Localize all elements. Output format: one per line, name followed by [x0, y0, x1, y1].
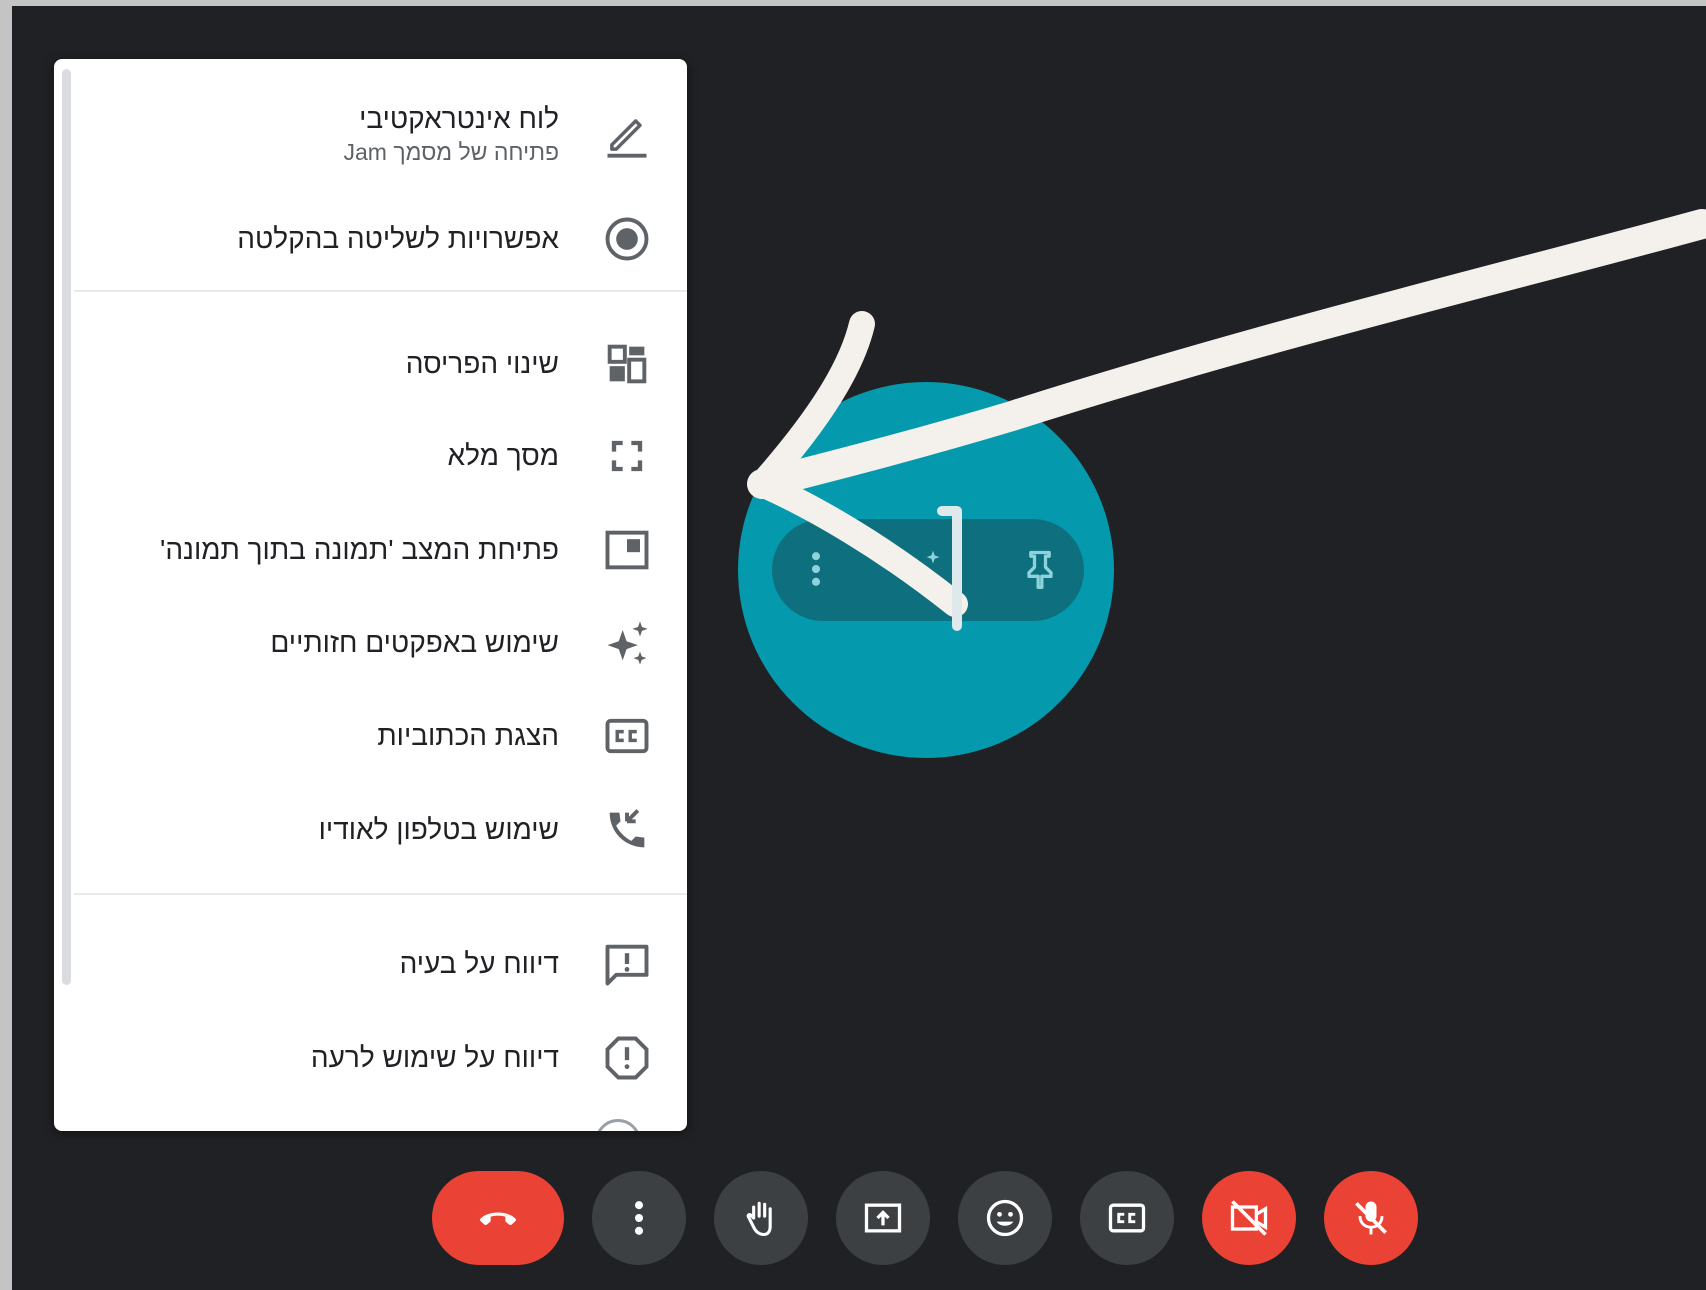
menu-item-label: מסך מלא: [447, 440, 559, 471]
menu-item-label: לוח אינטראקטיבי: [359, 103, 559, 134]
menu-item-partial-icon: [595, 1119, 641, 1131]
menu-item-sublabel: פתיחה של מסמך Jam: [343, 139, 560, 165]
menu-item-label: הצגת הכתוביות: [377, 720, 559, 751]
menu-item-label: אפשרויות לשליטה בהקלטה: [237, 223, 559, 254]
menu-item-picture-in-picture[interactable]: פתיחת המצב 'תמונה בתוך תמונה': [72, 506, 687, 594]
more-vert-icon: [811, 552, 821, 586]
present-now-button[interactable]: [836, 1171, 930, 1265]
raise-hand-button[interactable]: [714, 1171, 808, 1265]
feedback-icon: [597, 934, 657, 994]
menu-scrollbar[interactable]: [62, 69, 71, 985]
tile-toolbar: [772, 519, 1084, 621]
closed-captions-icon: [1108, 1203, 1146, 1233]
sparkle-icon: [597, 613, 657, 673]
more-vert-icon: [634, 1201, 644, 1235]
more-options-menu: לוח אינטראקטיבי פתיחה של מסמך Jam אפשרוי…: [54, 59, 687, 1131]
mic-off-icon: [1355, 1201, 1387, 1235]
picture-in-picture-icon: [597, 520, 657, 580]
phone-icon: [597, 800, 657, 860]
camera-off-icon: [1230, 1200, 1268, 1236]
pen-icon: [597, 104, 657, 164]
closed-captions-icon: [597, 706, 657, 766]
menu-item-change-layout[interactable]: שינוי הפריסה: [72, 319, 687, 409]
menu-item-whiteboard[interactable]: לוח אינטראקטיבי פתיחה של מסמך Jam: [72, 79, 687, 189]
hangup-icon: [480, 1212, 516, 1226]
report-abuse-icon: [597, 1028, 657, 1088]
menu-item-phone-audio[interactable]: שימוש בטלפון לאודיו: [72, 786, 687, 874]
emoji-icon: [986, 1199, 1024, 1237]
menu-item-visual-effects[interactable]: שימוש באפקטים חזותיים: [72, 599, 687, 687]
captions-button[interactable]: [1080, 1171, 1174, 1265]
present-screen-icon: [864, 1203, 902, 1233]
menu-item-report-abuse[interactable]: דיווח על שימוש לרעה: [72, 1014, 687, 1102]
menu-item-report-problem[interactable]: דיווח על בעיה: [72, 920, 687, 1008]
reactions-button[interactable]: [958, 1171, 1052, 1265]
menu-item-captions[interactable]: הצגת הכתוביות: [72, 692, 687, 780]
menu-item-label: דיווח על בעיה: [399, 948, 559, 979]
layout-icon: [597, 334, 657, 394]
record-icon: [597, 209, 657, 269]
microphone-toggle-button[interactable]: [1324, 1171, 1418, 1265]
menu-item-label: דיווח על שימוש לרעה: [310, 1042, 559, 1073]
menu-item-label: שימוש באפקטים חזותיים: [270, 627, 559, 658]
raise-hand-icon: [746, 1201, 772, 1237]
tile-more-options-button[interactable]: [786, 539, 846, 599]
fullscreen-icon: [597, 426, 657, 486]
tile-effects-button[interactable]: [892, 539, 952, 599]
menu-item-fullscreen[interactable]: מסך מלא: [72, 412, 687, 500]
leave-call-button[interactable]: [432, 1171, 564, 1265]
sparkle-icon: [903, 550, 940, 584]
tile-pin-button[interactable]: [1010, 539, 1070, 599]
menu-divider: [74, 290, 687, 292]
menu-item-label: שינוי הפריסה: [405, 348, 559, 379]
menu-item-recording[interactable]: אפשרויות לשליטה בהקלטה: [72, 199, 687, 279]
more-options-button[interactable]: [592, 1171, 686, 1265]
meeting-stage: לוח אינטראקטיבי פתיחה של מסמך Jam אפשרוי…: [12, 6, 1706, 1290]
menu-item-label: פתיחת המצב 'תמונה בתוך תמונה': [159, 534, 559, 565]
menu-item-label: שימוש בטלפון לאודיו: [318, 814, 559, 845]
pin-icon: [1027, 550, 1053, 589]
menu-divider: [74, 893, 687, 895]
camera-toggle-button[interactable]: [1202, 1171, 1296, 1265]
